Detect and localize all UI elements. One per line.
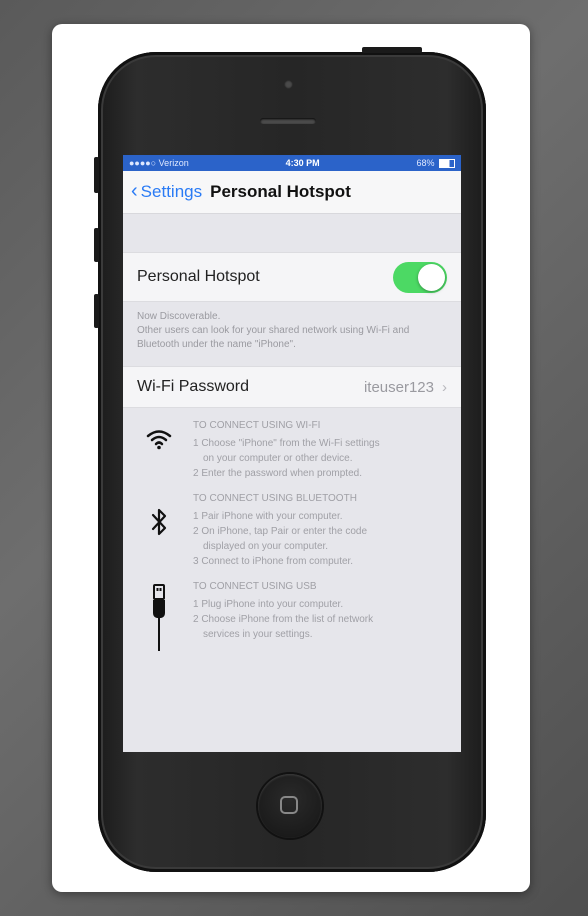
phone-screen: ●●●●○ Verizon 4:30 PM 68% ‹ Settings Per… [123,155,461,752]
usb-step-1: 1 Plug iPhone into your computer. [193,599,344,610]
usb-step-2-cont: services in your settings. [203,629,313,640]
bluetooth-heading: TO CONNECT USING BLUETOOTH [193,493,357,504]
front-camera [284,80,293,89]
power-button [362,47,422,53]
chevron-left-icon: ‹ [131,180,138,202]
wifi-heading: TO CONNECT USING WI-FI [193,420,321,431]
wifi-password-value: iteuser123 [363,378,434,396]
chevron-right-icon: › [442,378,447,396]
bluetooth-step-2-cont: displayed on your computer. [203,541,329,552]
bluetooth-icon [137,491,181,569]
back-button[interactable]: ‹ Settings [131,180,203,203]
battery-indicator: 68% [416,157,455,169]
navigation-bar: ‹ Settings Personal Hotspot [123,171,461,214]
bluetooth-instructions: TO CONNECT USING BLUETOOTH 1 Pair iPhone… [123,491,461,569]
volume-down-button [94,294,99,328]
volume-up-button [94,228,99,262]
bluetooth-step-2: 2 On iPhone, tap Pair or enter the code [193,526,367,537]
earpiece-speaker [260,118,316,124]
back-label: Settings [140,182,203,201]
wifi-instructions: TO CONNECT USING WI-FI 1 Choose "iPhone"… [123,418,461,481]
toggle-knob [418,263,445,291]
usb-heading: TO CONNECT USING USB [193,581,317,592]
bluetooth-step-3: 3 Connect to iPhone from computer. [193,556,354,567]
battery-icon [439,159,455,169]
bluetooth-step-1: 1 Pair iPhone with your computer. [193,511,343,522]
section-spacer [123,214,461,252]
usb-step-2: 2 Choose iPhone from the list of network [193,614,374,625]
hotspot-footnote: Now Discoverable. Other users can look f… [123,302,461,366]
wifi-step-2: 2 Enter the password when prompted. [193,468,362,479]
mute-switch [94,157,99,193]
wifi-password-row[interactable]: Wi-Fi Password iteuser123 › [123,366,461,408]
hotspot-toggle-row: Personal Hotspot [123,252,461,302]
home-button[interactable] [258,774,322,838]
page-title: Personal Hotspot [210,182,351,201]
wifi-password-label: Wi-Fi Password [137,378,250,395]
usb-instructions: TO CONNECT USING USB 1 Plug iPhone into … [123,579,461,653]
wifi-icon [137,418,181,481]
discoverable-text: Now Discoverable. [137,311,221,322]
status-time: 4:30 PM [285,158,320,168]
status-bar: ●●●●○ Verizon 4:30 PM 68% [123,155,461,171]
wifi-step-1-cont: on your computer or other device. [203,453,353,464]
carrier-label: ●●●●○ Verizon [129,158,189,168]
hotspot-description: Other users can look for your shared net… [137,325,410,350]
hotspot-toggle[interactable] [393,261,447,293]
connection-instructions: TO CONNECT USING WI-FI 1 Choose "iPhone"… [123,408,461,752]
home-square-icon [280,796,298,814]
battery-percent: 68% [416,157,435,168]
hotspot-label: Personal Hotspot [137,268,260,285]
usb-cable-icon [137,579,181,653]
wifi-step-1: 1 Choose "iPhone" from the Wi-Fi setting… [193,438,380,449]
